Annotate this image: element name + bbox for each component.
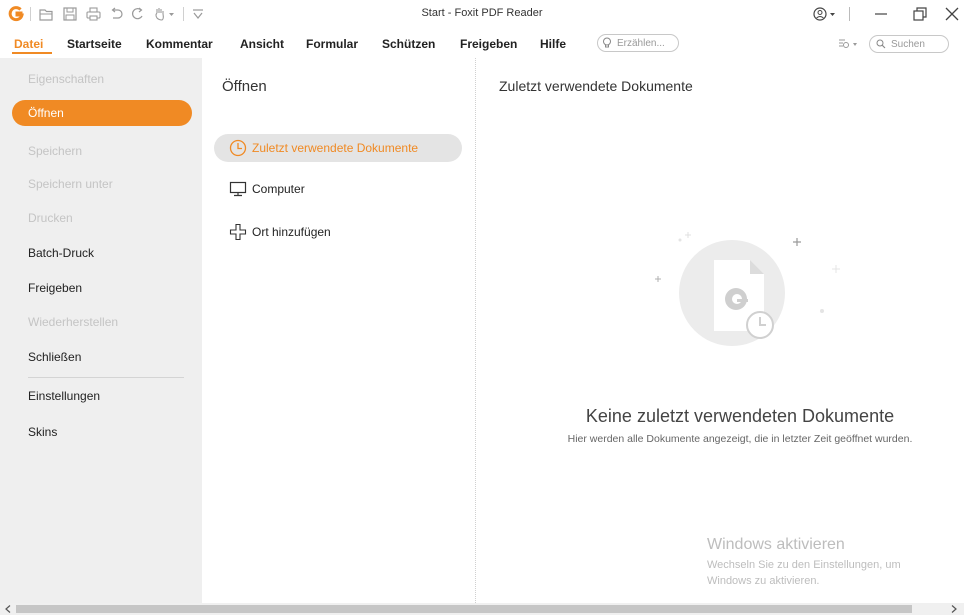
nav-freigeben[interactable]: Freigeben bbox=[12, 275, 192, 301]
menu-bar: Datei Startseite Kommentar Ansicht Formu… bbox=[0, 28, 964, 58]
tell-me-input[interactable]: Erzählen... bbox=[597, 34, 679, 52]
redo-icon[interactable] bbox=[129, 4, 147, 24]
scroll-right-icon[interactable] bbox=[948, 603, 960, 615]
tab-datei[interactable]: Datei bbox=[14, 37, 43, 51]
nav-eigenschaften: Eigenschaften bbox=[28, 72, 105, 86]
scroll-left-icon[interactable] bbox=[2, 603, 14, 615]
tab-kommentar[interactable]: Kommentar bbox=[146, 37, 213, 51]
nav-schliessen[interactable]: Schließen bbox=[12, 344, 192, 370]
nav-speichern-unter: Speichern unter bbox=[28, 177, 113, 191]
nav-skins[interactable]: Skins bbox=[12, 419, 192, 445]
windows-activation-title: Windows aktivieren bbox=[707, 536, 845, 553]
windows-activation-line1: Wechseln Sie zu den Einstellungen, um bbox=[707, 559, 901, 571]
tab-hilfe[interactable]: Hilfe bbox=[540, 37, 566, 51]
tab-schuetzen[interactable]: Schützen bbox=[382, 37, 435, 51]
recent-documents-pane: Zuletzt verwendete Dokumente Keine zulet… bbox=[476, 58, 964, 603]
window-controls-separator bbox=[849, 7, 850, 21]
monitor-icon bbox=[228, 179, 248, 199]
nav-batch-druck[interactable]: Batch-Druck bbox=[12, 240, 192, 266]
lightbulb-icon bbox=[603, 37, 611, 48]
tell-me-placeholder: Erzählen... bbox=[617, 37, 665, 49]
open-pane-title: Öffnen bbox=[222, 78, 267, 95]
horizontal-scrollbar[interactable] bbox=[0, 603, 964, 615]
minimize-button[interactable] bbox=[866, 2, 896, 26]
save-icon[interactable] bbox=[61, 4, 79, 24]
backstage-nav: Eigenschaften Öffnen Speichern Speichern… bbox=[0, 58, 202, 603]
undo-icon[interactable] bbox=[107, 4, 125, 24]
nav-drucken: Drucken bbox=[28, 211, 73, 225]
account-menu-button[interactable] bbox=[810, 2, 842, 26]
nav-einstellungen[interactable]: Einstellungen bbox=[12, 383, 192, 409]
open-folder-icon[interactable] bbox=[37, 4, 55, 24]
plus-icon bbox=[228, 222, 248, 242]
tab-freigeben[interactable]: Freigeben bbox=[460, 37, 517, 51]
active-tab-indicator bbox=[12, 52, 52, 54]
empty-state-title: Keine zuletzt verwendeten Dokumente bbox=[585, 406, 895, 426]
location-computer[interactable]: Computer bbox=[214, 175, 462, 203]
print-icon[interactable] bbox=[84, 4, 102, 24]
location-add-place[interactable]: Ort hinzufügen bbox=[214, 218, 462, 246]
location-recent-documents[interactable]: Zuletzt verwendete Dokumente bbox=[214, 134, 462, 162]
windows-activation-line2: Windows zu aktivieren. bbox=[707, 575, 820, 587]
scrollbar-thumb[interactable] bbox=[16, 605, 912, 613]
toolbar-separator bbox=[183, 7, 184, 21]
location-label: Ort hinzufügen bbox=[252, 225, 331, 239]
search-options-icon[interactable] bbox=[838, 37, 860, 51]
title-bar: Start - Foxit PDF Reader bbox=[0, 0, 964, 28]
search-icon bbox=[876, 39, 886, 49]
tab-formular[interactable]: Formular bbox=[306, 37, 358, 51]
nav-oeffnen[interactable]: Öffnen bbox=[12, 100, 192, 126]
nav-divider bbox=[28, 377, 184, 378]
recent-pane-title: Zuletzt verwendete Dokumente bbox=[499, 78, 693, 94]
close-button[interactable] bbox=[940, 2, 964, 26]
location-label: Computer bbox=[252, 182, 305, 196]
foxit-logo-icon[interactable] bbox=[8, 4, 24, 24]
restore-button[interactable] bbox=[905, 2, 935, 26]
toolbar-separator bbox=[30, 7, 31, 21]
nav-wiederherstellen: Wiederherstellen bbox=[28, 315, 119, 329]
tab-startseite[interactable]: Startseite bbox=[67, 37, 122, 51]
open-locations-pane: Öffnen Zuletzt verwendete Dokumente Comp… bbox=[202, 58, 475, 603]
location-label: Zuletzt verwendete Dokumente bbox=[252, 141, 419, 155]
clock-icon bbox=[228, 138, 248, 158]
empty-state-description: Hier werden alle Dokumente angezeigt, di… bbox=[567, 433, 913, 445]
empty-state-illustration bbox=[652, 213, 852, 363]
nav-speichern: Speichern bbox=[28, 144, 83, 158]
hand-tool-icon[interactable] bbox=[152, 4, 178, 24]
search-input[interactable]: Suchen bbox=[869, 35, 949, 53]
customize-toolbar-icon[interactable] bbox=[190, 4, 206, 24]
tab-ansicht[interactable]: Ansicht bbox=[240, 37, 284, 51]
search-placeholder: Suchen bbox=[891, 38, 925, 50]
